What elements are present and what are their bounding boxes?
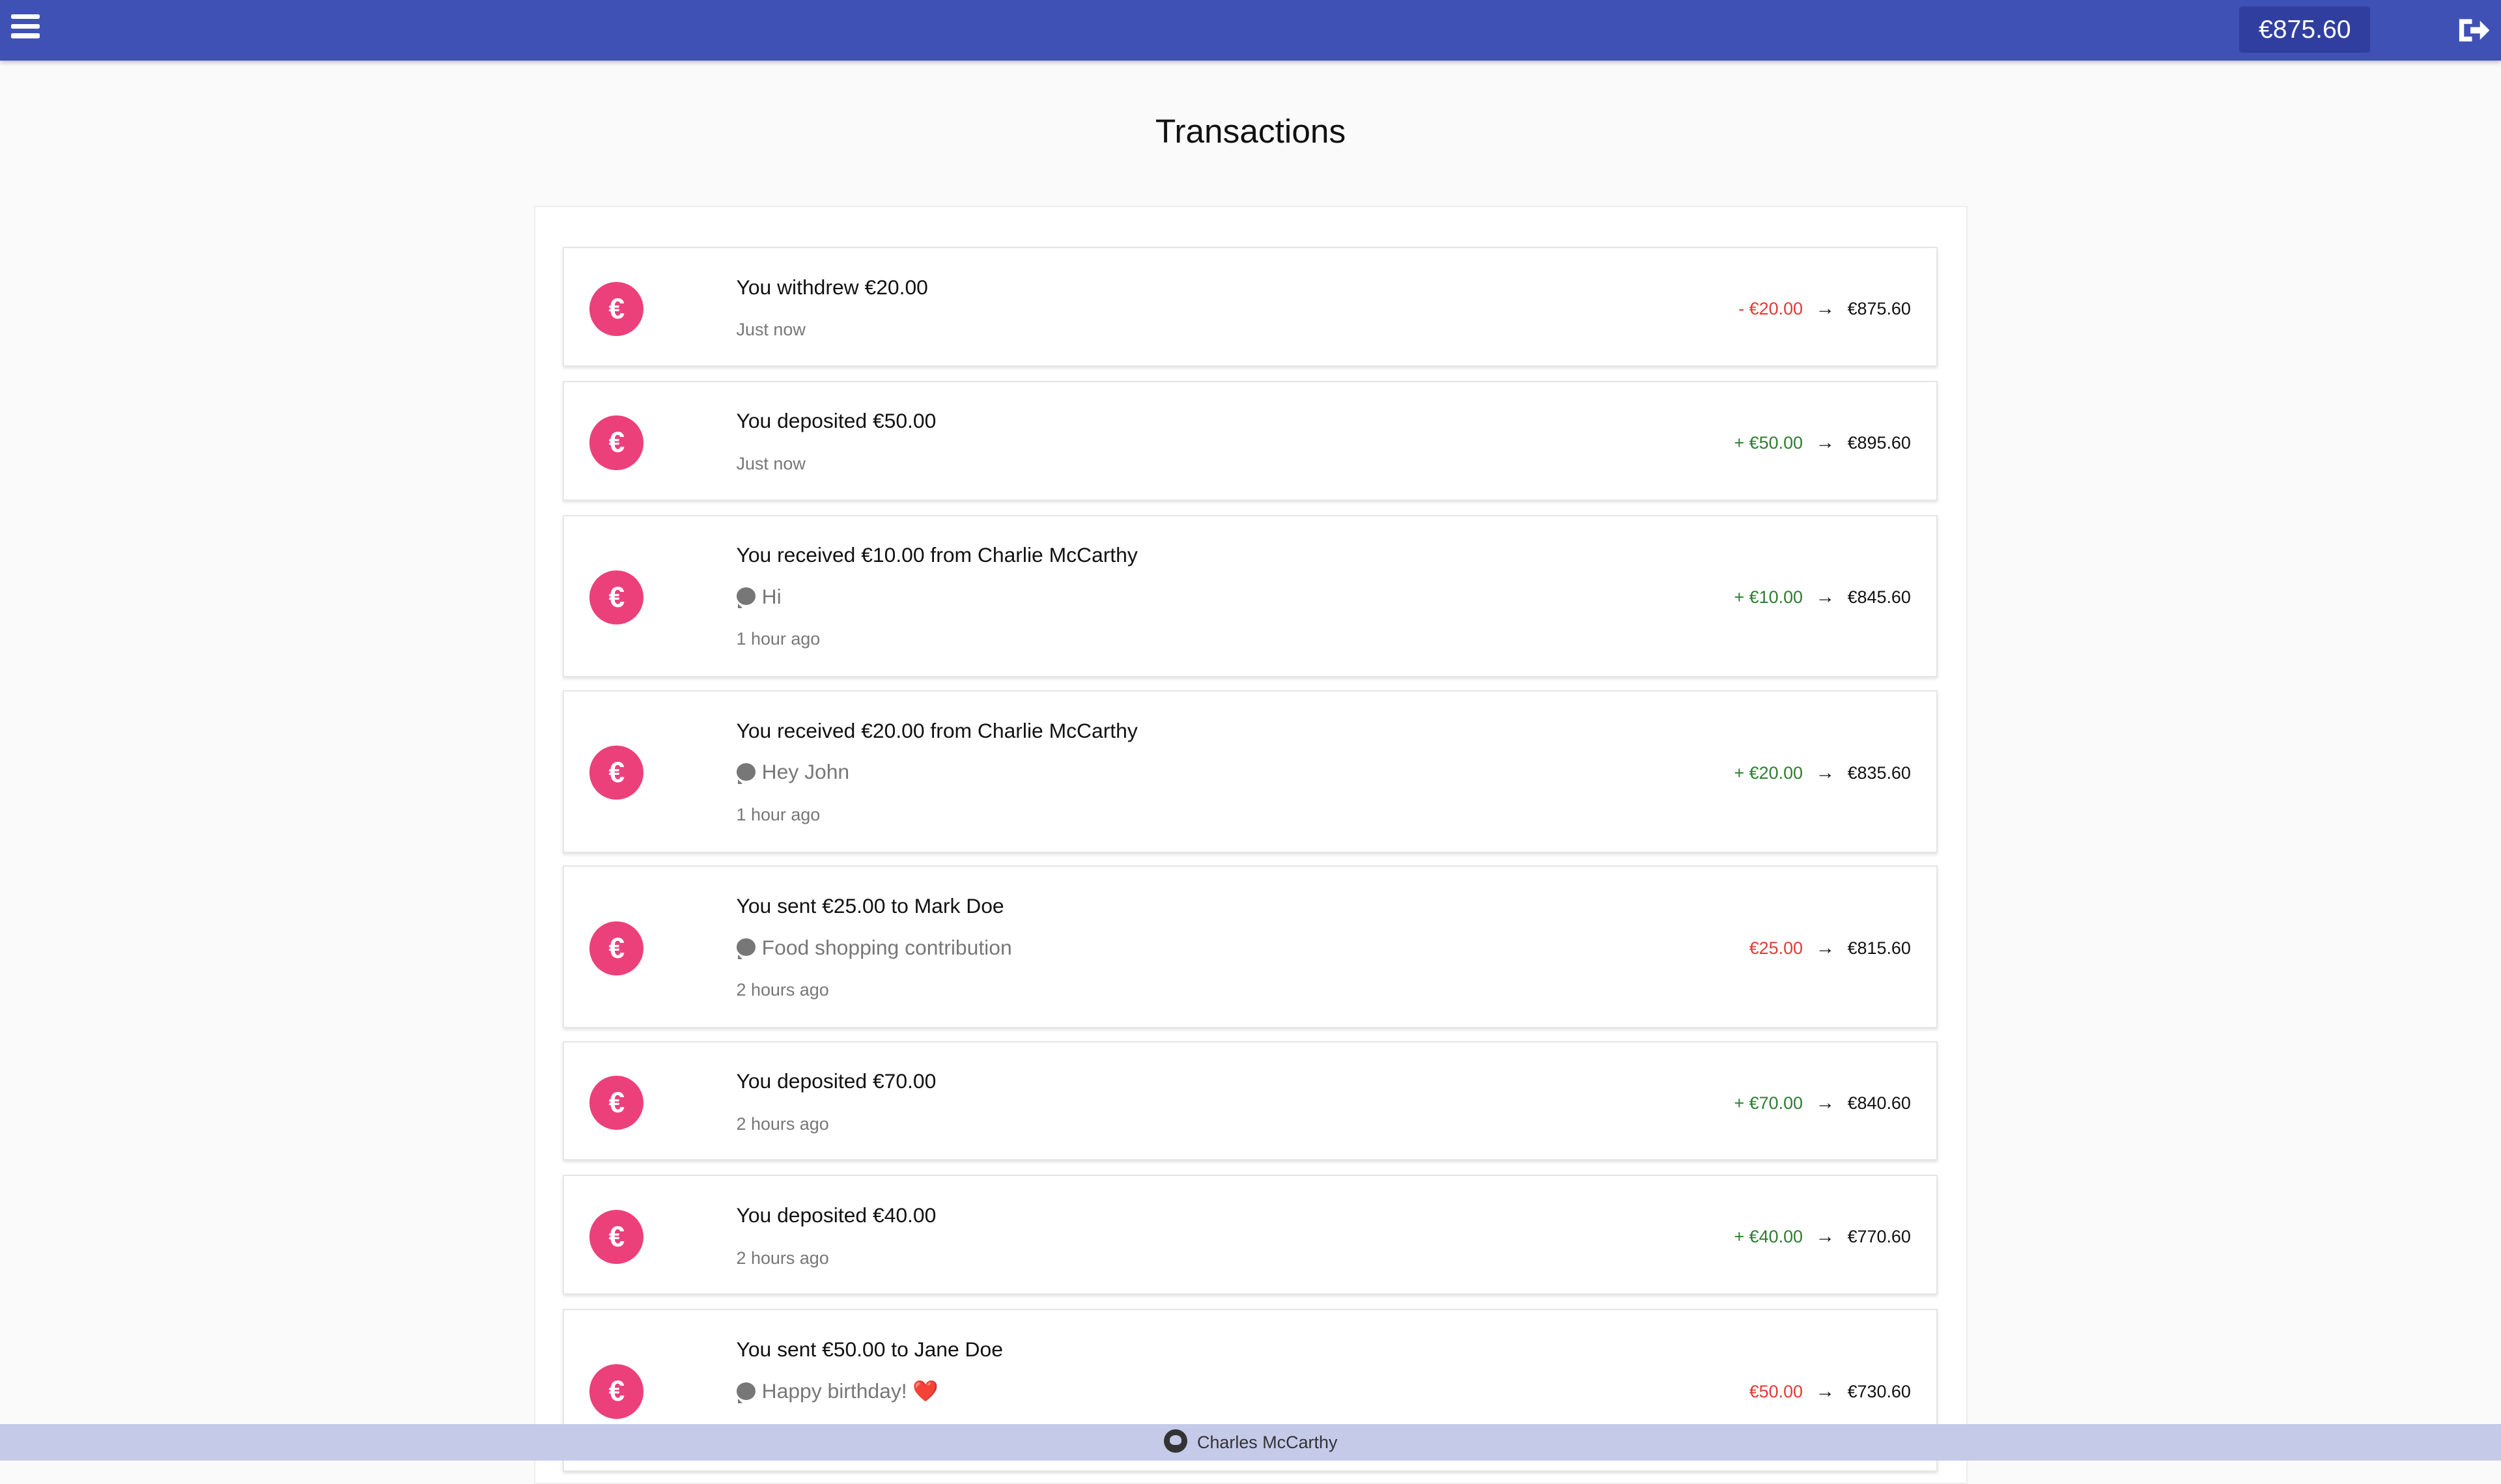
transaction-balance-after: €840.60 [1847, 1093, 1911, 1113]
euro-icon: € [589, 746, 644, 800]
arrow-right-icon: → [1815, 1225, 1835, 1248]
transaction-title: You deposited €40.00 [736, 1203, 937, 1227]
transaction-balance-after: €845.60 [1847, 587, 1911, 608]
transaction-title: You sent €50.00 to Jane Doe [736, 1337, 1003, 1361]
transaction-message: Food shopping contribution [736, 935, 1012, 960]
euro-icon: € [589, 415, 644, 470]
euro-icon: € [589, 570, 644, 625]
euro-icon: € [589, 921, 644, 975]
transaction-amounts: + €50.00 → €895.60 [1734, 432, 1910, 454]
transaction-amounts: + €70.00 → €840.60 [1734, 1092, 1910, 1114]
top-app-bar: €875.60 [0, 0, 2501, 61]
comment-icon [736, 1382, 756, 1403]
transaction-message: Hi [736, 584, 782, 609]
transaction-balance-after: €815.60 [1847, 938, 1911, 959]
transaction-delta: - €20.00 [1738, 299, 1803, 319]
transaction-amounts: + €20.00 → €835.60 [1734, 762, 1910, 784]
transaction-balance-after: €835.60 [1847, 763, 1911, 783]
transaction-delta: + €40.00 [1734, 1227, 1803, 1247]
transaction-time: 2 hours ago [736, 980, 829, 1000]
message-text: Hey John [761, 760, 850, 784]
transaction-title: You deposited €50.00 [736, 409, 937, 433]
arrow-right-icon: → [1815, 937, 1835, 959]
message-text: Hi [761, 584, 782, 608]
transaction-balance-after: €895.60 [1847, 432, 1911, 453]
transaction-message: Happy birthday! ❤️ [736, 1379, 939, 1403]
transaction-title: You received €10.00 from Charlie McCarth… [736, 543, 1138, 567]
transactions-panel: € You withdrew €20.00 Just now - €20.00 →… [534, 205, 1968, 1484]
transaction-time: Just now [736, 320, 806, 340]
transaction-amounts: + €10.00 → €845.60 [1734, 586, 1910, 608]
transaction-amounts: €25.00 → €815.60 [1749, 937, 1911, 959]
arrow-right-icon: → [1815, 298, 1835, 320]
transaction-balance-after: €730.60 [1847, 1381, 1911, 1401]
footer: Charles McCarthy [0, 1423, 2501, 1461]
transaction-amounts: - €20.00 → €875.60 [1738, 298, 1911, 320]
transaction-amounts: + €40.00 → €770.60 [1734, 1225, 1910, 1248]
logout-icon[interactable] [2456, 14, 2491, 46]
comment-icon [736, 763, 756, 784]
hamburger-menu-icon[interactable] [11, 14, 40, 46]
transaction-balance-after: €875.60 [1847, 299, 1911, 319]
euro-icon: € [589, 1076, 644, 1130]
comment-icon [736, 587, 756, 609]
message-text: Happy birthday! ❤️ [761, 1379, 939, 1403]
transaction-card[interactable]: € You sent €25.00 to Mark Doe Food shopp… [563, 865, 1938, 1029]
euro-icon: € [589, 1364, 644, 1419]
arrow-right-icon: → [1815, 586, 1835, 608]
transaction-card[interactable]: € You withdrew €20.00 Just now - €20.00 →… [563, 247, 1938, 367]
transaction-time: Just now [736, 454, 806, 474]
transaction-title: You withdrew €20.00 [736, 275, 928, 299]
transaction-time: 1 hour ago [736, 804, 821, 824]
transaction-title: You sent €25.00 to Mark Doe [736, 893, 1004, 917]
euro-icon: € [589, 281, 644, 336]
transaction-card[interactable]: € You received €20.00 from Charlie McCar… [563, 690, 1938, 853]
transaction-delta: €50.00 [1749, 1381, 1803, 1401]
transaction-delta: + €10.00 [1734, 587, 1803, 608]
transaction-card[interactable]: € You deposited €70.00 2 hours ago + €70… [563, 1041, 1938, 1161]
transaction-delta: €25.00 [1749, 938, 1803, 959]
message-text: Food shopping contribution [761, 935, 1012, 959]
arrow-right-icon: → [1815, 761, 1835, 783]
transaction-card[interactable]: € You received €10.00 from Charlie McCar… [563, 514, 1938, 678]
transaction-delta: + €50.00 [1734, 432, 1803, 453]
arrow-right-icon: → [1815, 1380, 1835, 1402]
transaction-card[interactable]: € You deposited €50.00 Just now + €50.00… [563, 380, 1938, 501]
transaction-message: Hey John [736, 760, 850, 784]
transaction-time: 2 hours ago [736, 1248, 829, 1268]
transaction-delta: + €70.00 [1734, 1093, 1803, 1113]
transaction-card[interactable]: € You deposited €40.00 2 hours ago + €40… [563, 1175, 1938, 1295]
arrow-right-icon: → [1815, 1091, 1835, 1113]
page-title: Transactions [1155, 112, 1346, 150]
comment-icon [736, 938, 756, 959]
github-icon[interactable] [1163, 1429, 1188, 1453]
transaction-time: 2 hours ago [736, 1113, 829, 1134]
account-balance-badge: €875.60 [2239, 6, 2371, 53]
transaction-balance-after: €770.60 [1847, 1227, 1911, 1247]
transaction-title: You received €20.00 from Charlie McCarth… [736, 718, 1138, 742]
arrow-right-icon: → [1815, 431, 1835, 453]
transaction-amounts: €50.00 → €730.60 [1749, 1380, 1911, 1403]
footer-author-link[interactable]: Charles McCarthy [1197, 1433, 1337, 1452]
transaction-delta: + €20.00 [1734, 763, 1803, 783]
transaction-time: 1 hour ago [736, 629, 821, 649]
euro-icon: € [589, 1209, 644, 1265]
transaction-title: You deposited €70.00 [736, 1069, 937, 1093]
